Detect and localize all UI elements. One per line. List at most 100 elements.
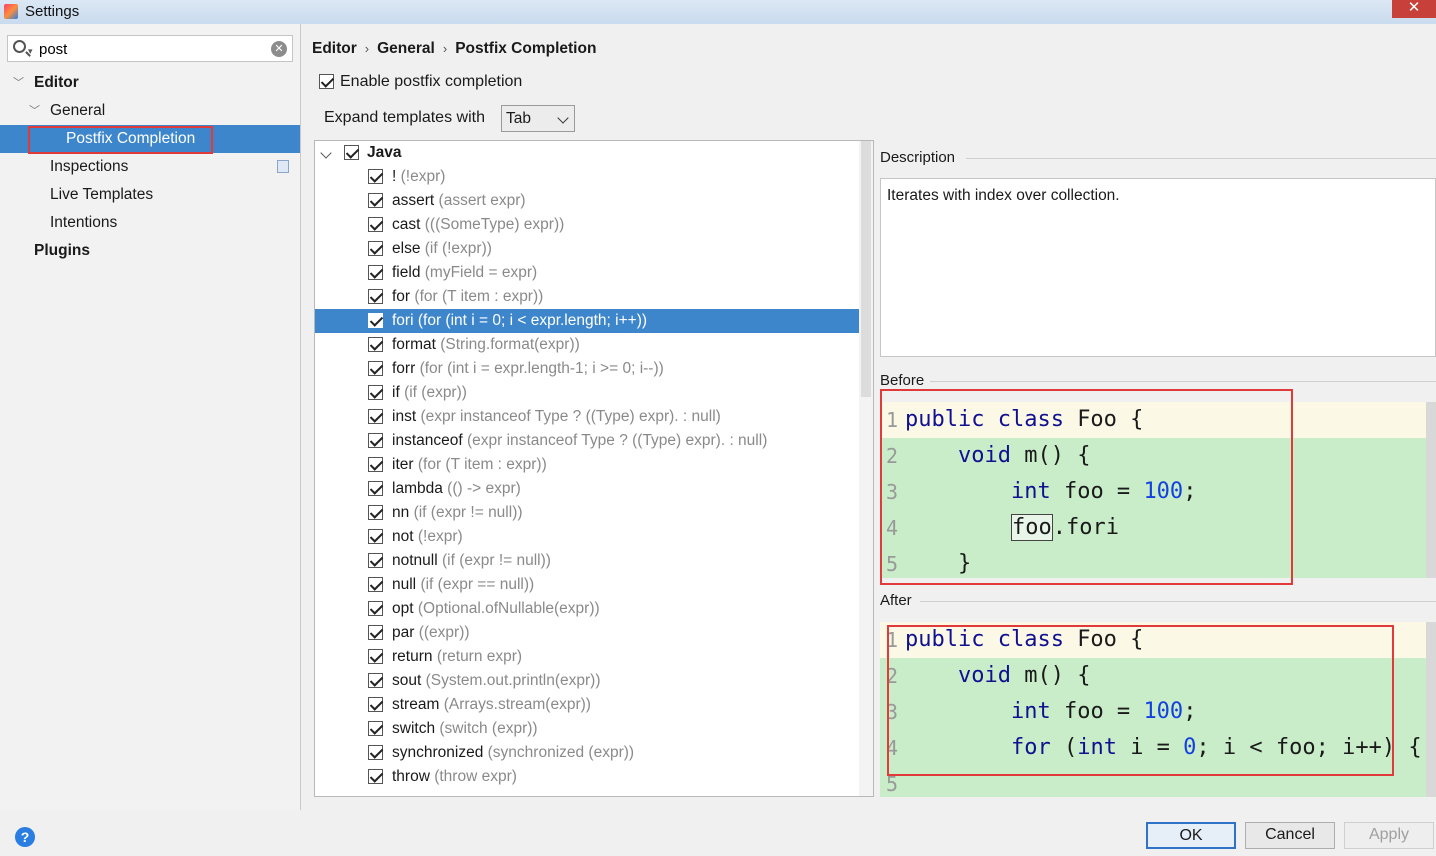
template-row[interactable]: sout (System.out.println(expr)): [315, 669, 860, 693]
template-text: stream (Arrays.stream(expr)): [392, 693, 591, 717]
collapse-chevron-icon[interactable]: [320, 147, 332, 159]
template-row[interactable]: format (String.format(expr)): [315, 333, 860, 357]
template-checkbox[interactable]: [368, 505, 383, 520]
template-checkbox[interactable]: [368, 457, 383, 472]
enable-postfix-checkbox[interactable]: [319, 74, 334, 90]
template-checkbox[interactable]: [368, 313, 383, 328]
template-row[interactable]: null (if (expr == null)): [315, 573, 860, 597]
template-key: nn: [392, 504, 410, 521]
template-checkbox[interactable]: [368, 169, 383, 184]
template-description: (synchronized (expr)): [487, 744, 635, 761]
template-text: nn (if (expr != null)): [392, 501, 523, 525]
template-row[interactable]: switch (switch (expr)): [315, 717, 860, 741]
project-settings-icon: [277, 160, 289, 173]
tree-item-label: General: [50, 102, 106, 119]
expand-chevron-icon[interactable]: ﹀: [29, 97, 40, 125]
template-checkbox[interactable]: [368, 265, 383, 280]
tree-item-intentions[interactable]: Intentions: [0, 209, 300, 237]
template-checkbox[interactable]: [368, 601, 383, 616]
template-checkbox[interactable]: [368, 625, 383, 640]
template-row[interactable]: stream (Arrays.stream(expr)): [315, 693, 860, 717]
apply-button[interactable]: Apply: [1344, 822, 1434, 849]
template-checkbox[interactable]: [368, 697, 383, 712]
template-checkbox[interactable]: [368, 649, 383, 664]
template-text: par ((expr)): [392, 621, 470, 645]
template-checkbox[interactable]: [368, 433, 383, 448]
template-checkbox[interactable]: [368, 577, 383, 592]
template-row[interactable]: field (myField = expr): [315, 261, 860, 285]
search-icon[interactable]: [13, 40, 26, 53]
template-key: if: [392, 384, 400, 401]
template-row[interactable]: iter (for (T item : expr)): [315, 453, 860, 477]
search-input[interactable]: [39, 39, 269, 59]
tree-item-inspections[interactable]: Inspections: [0, 153, 300, 181]
template-checkbox[interactable]: [368, 481, 383, 496]
template-key: !: [392, 168, 397, 185]
help-button[interactable]: ?: [15, 827, 35, 847]
template-description: (((SomeType) expr)): [424, 216, 565, 233]
template-description: (for (int i = 0; i < expr.length; i++)): [417, 312, 648, 329]
tree-item-postfix-completion[interactable]: Postfix Completion: [0, 125, 300, 154]
template-row[interactable]: inst (expr instanceof Type ? ((Type) exp…: [315, 405, 860, 429]
template-group-java[interactable]: Java: [315, 141, 860, 165]
tree-item-editor[interactable]: ﹀ Editor: [0, 69, 300, 97]
template-row[interactable]: synchronized (synchronized (expr)): [315, 741, 860, 765]
template-row[interactable]: nn (if (expr != null)): [315, 501, 860, 525]
divider: [920, 601, 1436, 602]
template-text: forr (for (int i = expr.length-1; i >= 0…: [392, 357, 664, 381]
template-row[interactable]: if (if (expr)): [315, 381, 860, 405]
group-checkbox[interactable]: [344, 145, 359, 160]
enable-postfix-row[interactable]: Enable postfix completion: [319, 73, 522, 91]
template-text: opt (Optional.ofNullable(expr)): [392, 597, 600, 621]
template-row[interactable]: for (for (T item : expr)): [315, 285, 860, 309]
tree-item-plugins[interactable]: Plugins: [0, 237, 300, 265]
cancel-button[interactable]: Cancel: [1245, 822, 1335, 849]
template-checkbox[interactable]: [368, 241, 383, 256]
template-description: (!expr): [417, 528, 463, 545]
template-checkbox[interactable]: [368, 193, 383, 208]
template-row[interactable]: assert (assert expr): [315, 189, 860, 213]
list-scrollbar[interactable]: [859, 141, 873, 796]
tree-item-label: Inspections: [50, 158, 129, 175]
template-row[interactable]: par ((expr)): [315, 621, 860, 645]
template-row[interactable]: cast (((SomeType) expr)): [315, 213, 860, 237]
tree-item-general[interactable]: ﹀ General: [0, 97, 300, 125]
close-button[interactable]: ✕: [1392, 0, 1436, 18]
search-history-chevron-icon[interactable]: ▾: [28, 46, 33, 57]
template-row[interactable]: not (!expr): [315, 525, 860, 549]
template-row[interactable]: notnull (if (expr != null)): [315, 549, 860, 573]
template-row[interactable]: forr (for (int i = expr.length-1; i >= 0…: [315, 357, 860, 381]
template-row[interactable]: lambda (() -> expr): [315, 477, 860, 501]
expand-key-dropdown[interactable]: Tab: [501, 105, 575, 132]
scrollbar-thumb[interactable]: [861, 141, 871, 397]
template-checkbox[interactable]: [368, 217, 383, 232]
template-checkbox[interactable]: [368, 289, 383, 304]
template-row[interactable]: instanceof (expr instanceof Type ? ((Typ…: [315, 429, 860, 453]
template-row[interactable]: ! (!expr): [315, 165, 860, 189]
template-text: cast (((SomeType) expr)): [392, 213, 564, 237]
template-checkbox[interactable]: [368, 361, 383, 376]
intellij-icon: [4, 4, 18, 19]
tree-item-live-templates[interactable]: Live Templates: [0, 181, 300, 209]
template-checkbox[interactable]: [368, 673, 383, 688]
template-key: opt: [392, 600, 414, 617]
template-checkbox[interactable]: [368, 745, 383, 760]
template-description: (() -> expr): [447, 480, 521, 497]
search-box[interactable]: ▾ ✕: [7, 35, 293, 62]
ok-button[interactable]: OK: [1146, 822, 1236, 849]
template-checkbox[interactable]: [368, 337, 383, 352]
clear-search-icon[interactable]: ✕: [271, 41, 287, 57]
template-checkbox[interactable]: [368, 721, 383, 736]
template-checkbox[interactable]: [368, 409, 383, 424]
template-checkbox[interactable]: [368, 385, 383, 400]
template-row[interactable]: return (return expr): [315, 645, 860, 669]
template-text: synchronized (synchronized (expr)): [392, 741, 634, 765]
template-row[interactable]: else (if (!expr)): [315, 237, 860, 261]
template-checkbox[interactable]: [368, 529, 383, 544]
expand-chevron-icon[interactable]: ﹀: [13, 69, 24, 97]
template-checkbox[interactable]: [368, 553, 383, 568]
template-row[interactable]: opt (Optional.ofNullable(expr)): [315, 597, 860, 621]
template-row[interactable]: throw (throw expr): [315, 765, 860, 789]
template-checkbox[interactable]: [368, 769, 383, 784]
template-row[interactable]: fori (for (int i = 0; i < expr.length; i…: [315, 309, 872, 333]
